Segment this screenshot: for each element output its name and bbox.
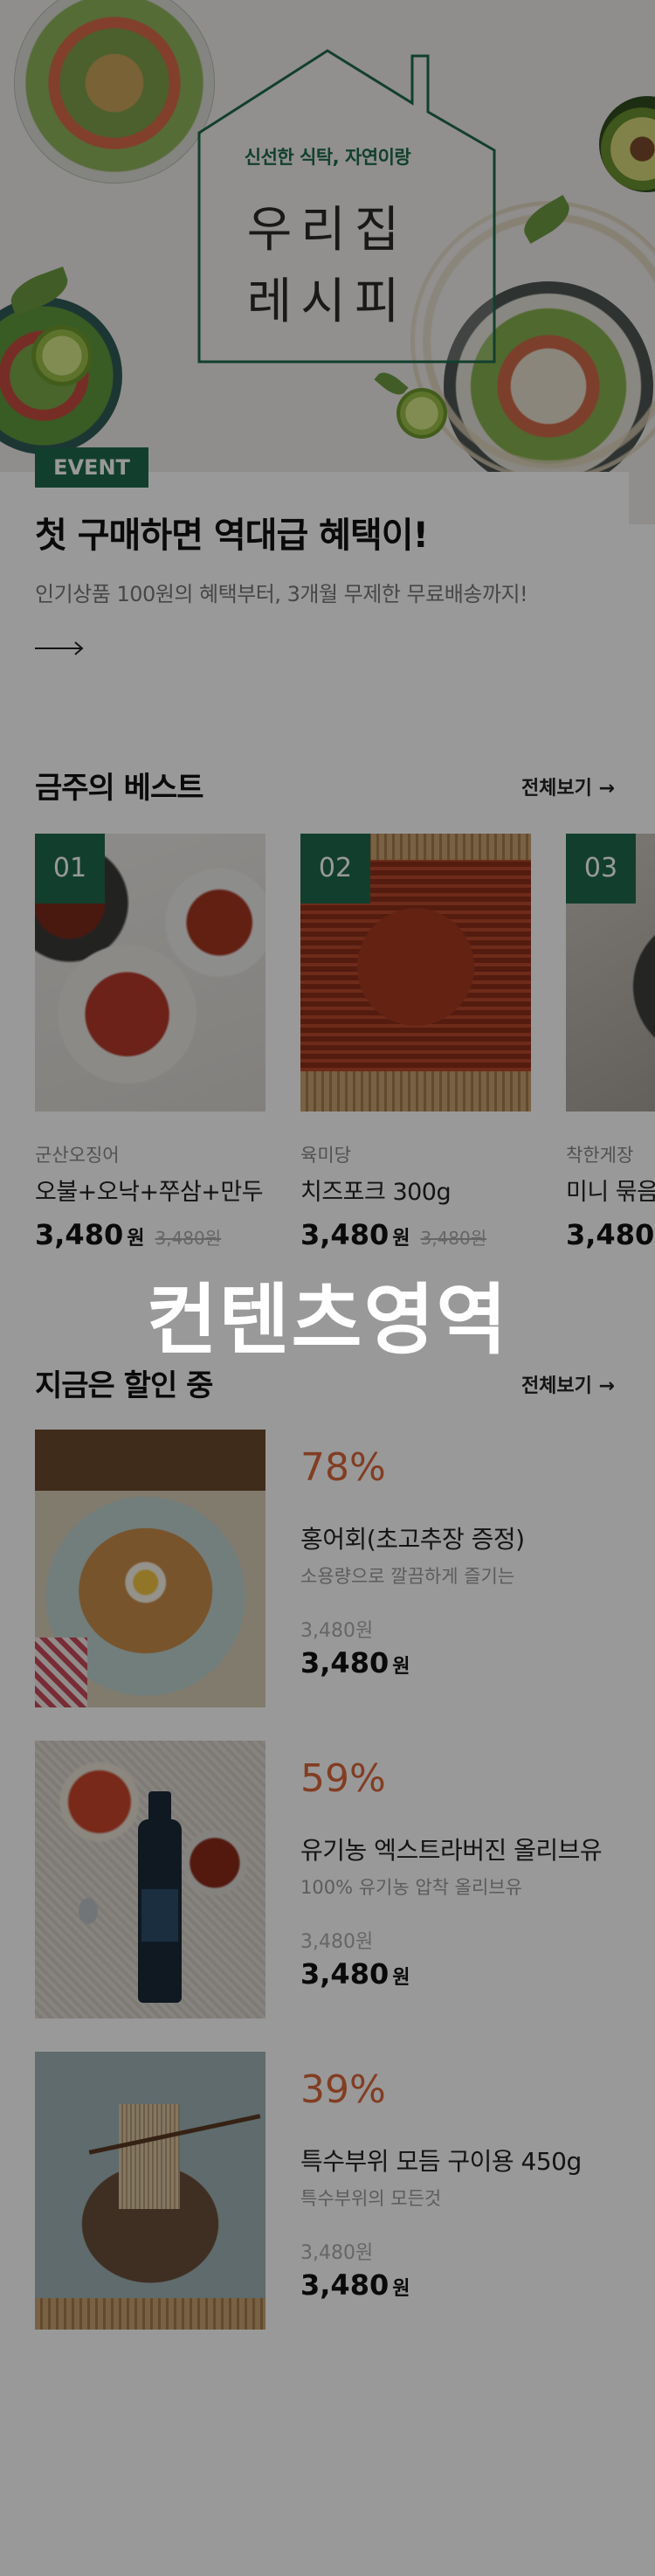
product-description: 100% 유기농 압착 올리브유	[300, 1877, 522, 1898]
price-unit: 원	[127, 1228, 145, 1250]
price-value: 3,480	[300, 1646, 390, 1679]
brand-logo-line1: 우리집	[246, 202, 409, 259]
sale-product-item[interactable]: 78% 홍어회(초고추장 증정) 소용량으로 깔끔하게 즐기는 3,480원 3…	[35, 1430, 629, 1707]
original-price: 3,480원	[420, 1228, 487, 1249]
hero-tagline: 신선한 식탁, 자연이랑	[244, 147, 411, 168]
best-see-all-link[interactable]: 전체보기 →	[521, 772, 615, 800]
product-price: 3,480원	[300, 1646, 410, 1679]
product-image	[35, 2052, 265, 2330]
product-description: 소용량으로 깔끔하게 즐기는	[300, 1566, 515, 1587]
product-brand: 육미당	[300, 1145, 351, 1166]
event-title: 첫 구매하면 역대급 혜택이!	[35, 516, 429, 556]
original-price: 3,480원	[300, 1620, 374, 1642]
best-product-card[interactable]: 02 육미당 치즈포크 300g 3,480 원 3,480원	[300, 834, 531, 1271]
content-area-label: 컨텐츠영역	[146, 1275, 509, 1365]
price-unit: 원	[392, 1656, 410, 1678]
best-product-card[interactable]: 03 착한게장 미니 묶음 3,480원	[566, 834, 655, 1271]
product-description: 특수부위의 모든것	[300, 2188, 442, 2209]
striped-cloth-image	[35, 1638, 87, 1707]
olive-oil-bottle-neck-image	[148, 1791, 171, 1826]
price-unit: 원	[392, 1967, 410, 1989]
brand-logo-line2: 레시피	[246, 274, 409, 330]
original-price: 3,480원	[300, 2242, 374, 2264]
rank-badge: 02	[300, 834, 370, 904]
price-value: 3,480	[300, 1957, 390, 1991]
discount-percent: 59%	[300, 1756, 386, 1801]
product-price: 3,480원	[300, 2268, 410, 2302]
price-unit: 원	[392, 2278, 410, 2300]
product-brand: 군산오징어	[35, 1145, 120, 1166]
original-price: 3,480원	[300, 1931, 374, 1953]
price-value: 3,480	[300, 2268, 390, 2302]
event-subtitle: 인기상품 100원의 혜택부터, 3개월 무제한 무료배송까지!	[35, 582, 528, 606]
arrow-right-icon[interactable]	[35, 640, 84, 657]
product-name: 홍어회(초고추장 증정)	[300, 1525, 525, 1554]
bottle-label-image	[141, 1889, 178, 1942]
product-name: 특수부위 모듬 구이용 450g	[300, 2147, 582, 2176]
discount-percent: 78%	[300, 1445, 386, 1490]
discount-percent: 39%	[300, 2067, 386, 2112]
product-price: 3,480원	[300, 1957, 410, 1991]
sale-see-all-link[interactable]: 전체보기 →	[521, 1370, 615, 1398]
event-badge: EVENT	[35, 447, 148, 488]
product-price: 3,480원	[566, 1218, 655, 1251]
best-product-card[interactable]: 01 군산오징어 오불+오낙+쭈삼+만두 3,480 원 3,480원	[35, 834, 265, 1271]
product-price: 3,480 원 3,480원	[35, 1218, 221, 1251]
product-name: 유기농 엑스트라버진 올리브유	[300, 1836, 603, 1865]
price-value: 3,480	[566, 1218, 655, 1251]
price-unit: 원	[392, 1228, 410, 1250]
product-image	[35, 1741, 265, 2019]
sale-product-item[interactable]: 39% 특수부위 모듬 구이용 450g 특수부위의 모든것 3,480원 3,…	[35, 2052, 629, 2330]
product-image	[35, 1430, 265, 1707]
product-brand: 착한게장	[566, 1145, 634, 1166]
bamboo-mat-image	[35, 2298, 265, 2330]
product-name: 오불+오낙+쭈삼+만두	[35, 1179, 264, 1206]
hero-banner[interactable]: 신선한 식탁, 자연이랑 우리집 레시피	[0, 0, 655, 524]
product-name: 치즈포크 300g	[300, 1179, 452, 1206]
product-price: 3,480 원 3,480원	[300, 1218, 486, 1251]
rank-badge: 01	[35, 834, 105, 904]
noodles-image	[119, 2104, 180, 2209]
page: 신선한 식탁, 자연이랑 우리집 레시피 EVENT 첫 구매하면 역대급 혜택…	[0, 0, 655, 2576]
bamboo-mat-image	[300, 1071, 531, 1111]
price-value: 3,480	[300, 1218, 390, 1251]
best-section-title: 금주의 베스트	[35, 771, 204, 806]
product-name: 미니 묶음	[566, 1179, 655, 1206]
rank-badge: 03	[566, 834, 636, 904]
original-price: 3,480원	[155, 1228, 222, 1249]
spoon-image	[79, 1898, 98, 1924]
best-carousel[interactable]: 01 군산오징어 오불+오낙+쭈삼+만두 3,480 원 3,480원 02 육미당…	[35, 834, 655, 1271]
sale-product-item[interactable]: 59% 유기농 엑스트라버진 올리브유 100% 유기농 압착 올리브유 3,4…	[35, 1741, 629, 2019]
price-value: 3,480	[35, 1218, 124, 1251]
